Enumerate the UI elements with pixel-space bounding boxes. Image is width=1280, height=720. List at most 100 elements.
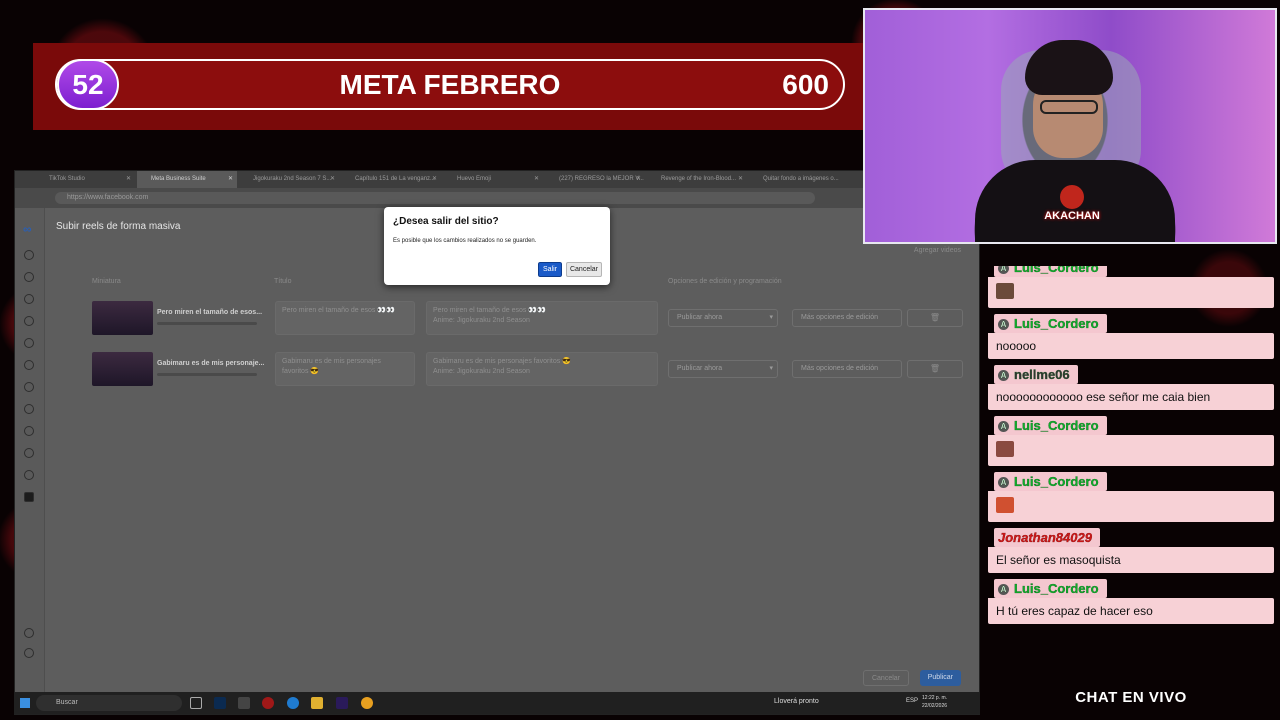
tab-label: Capítulo 151 de La venganz...	[355, 176, 436, 182]
obs-icon[interactable]	[262, 697, 274, 709]
add-videos-button[interactable]: Agregar videos	[914, 247, 961, 254]
search-icon[interactable]	[24, 628, 34, 638]
webcam-feed: AKACHAN	[863, 8, 1277, 244]
delete-icon[interactable]: 🗑	[907, 309, 963, 327]
dialog-message: Es posible que los cambios realizados no…	[393, 238, 537, 244]
inbox-icon[interactable]	[24, 360, 34, 370]
close-icon[interactable]: ✕	[432, 171, 437, 188]
publish-select-value: Publicar ahora	[677, 365, 723, 372]
megaphone-icon[interactable]	[24, 470, 34, 480]
browser-tab[interactable]: Quitar fondo a imágenes o...	[749, 171, 849, 188]
description-input[interactable]: Pero miren el tamaño de esos 👀👀 Anime: Ji…	[426, 301, 658, 335]
notifications-icon[interactable]	[24, 294, 34, 304]
close-icon[interactable]: ✕	[228, 171, 233, 188]
dialog-cancel-button[interactable]: Cancelar	[566, 262, 602, 277]
chat-title: CHAT EN VIVO	[1075, 689, 1187, 706]
publish-button[interactable]: Publicar	[919, 670, 961, 686]
description-input[interactable]: Gabimaru es de mis personajes favoritos …	[426, 352, 658, 386]
browser-tab[interactable]: Jigokuraku 2nd Season 7 S... ✕	[239, 171, 339, 188]
publish-select[interactable]: Publicar ahora ▾	[668, 360, 778, 378]
goal-bar: 52 META FEBRERO 600	[33, 43, 863, 130]
table-row: Pero miren el tamaño de esos... Pero mir…	[65, 301, 965, 345]
posts-icon[interactable]	[24, 338, 34, 348]
insights-icon[interactable]	[24, 404, 34, 414]
chat-message: A Luis_Cordero	[988, 416, 1274, 466]
gear-icon[interactable]	[24, 648, 34, 658]
address-bar[interactable]: https://www.facebook.com	[55, 192, 815, 204]
close-icon[interactable]: ✕	[126, 171, 131, 188]
edge-icon[interactable]	[287, 697, 299, 709]
description-line: Pero miren el tamaño de esos 👀👀	[433, 307, 546, 314]
weather-status[interactable]: Lloverá pronto	[774, 698, 819, 705]
monetization-icon[interactable]	[24, 448, 34, 458]
close-icon[interactable]: ✕	[330, 171, 335, 188]
video-thumbnail	[92, 301, 153, 335]
chat-message-body: El señor es masoquista	[988, 547, 1274, 573]
chat-message: Jonathan84029 El señor es masoquista	[988, 528, 1274, 573]
taskbar-search[interactable]: Buscar	[36, 695, 182, 711]
publish-select[interactable]: Publicar ahora ▾	[668, 309, 778, 327]
goal-target-count: 600	[782, 69, 829, 100]
column-header-title: Título	[274, 278, 292, 285]
browser-tab[interactable]: Capítulo 151 de La venganz... ✕	[341, 171, 441, 188]
title-input[interactable]: Gabimaru es de mis personajes favoritos …	[275, 352, 415, 386]
more-edit-options-button[interactable]: Más opciones de edición	[792, 309, 902, 327]
planner-icon[interactable]	[24, 316, 34, 326]
emote-icon	[996, 497, 1014, 513]
chat-username-text: Luis_Cordero	[1014, 316, 1099, 331]
chat-message: A Luis_Cordero	[988, 472, 1274, 522]
chat-message-body	[988, 435, 1274, 466]
close-icon[interactable]: ✕	[534, 171, 539, 188]
cancel-button[interactable]: Cancelar	[862, 670, 909, 686]
close-icon[interactable]: ✕	[738, 171, 743, 188]
chat-username-text: Luis_Cordero	[1014, 581, 1099, 596]
app-icon[interactable]	[238, 697, 250, 709]
title-input[interactable]: Pero miren el tamaño de esos 👀👀	[275, 301, 415, 335]
home-icon[interactable]	[24, 272, 34, 282]
search-placeholder: Buscar	[56, 699, 78, 706]
chat-username: A Luis_Cordero	[994, 416, 1107, 435]
menu-icon[interactable]	[24, 492, 34, 502]
left-nav: ∞	[15, 208, 45, 700]
description-line: Gabimaru es de mis personajes favoritos …	[433, 358, 571, 365]
chat-username: Jonathan84029	[994, 528, 1100, 547]
language-indicator[interactable]: ESP	[906, 698, 918, 704]
task-view-icon[interactable]	[190, 697, 202, 709]
more-edit-options-button[interactable]: Más opciones de edición	[792, 360, 902, 378]
browser-tab[interactable]: (227) REGRESO la MEJOR V... ✕	[545, 171, 645, 188]
user-badge-icon: A	[998, 477, 1009, 489]
photoshop-icon[interactable]	[214, 697, 226, 709]
emote-icon	[996, 283, 1014, 299]
live-chat: A Luis_Cordero A Luis_Cordero nooooo Anell…	[988, 266, 1274, 686]
close-icon[interactable]: ✕	[636, 171, 641, 188]
emote-icon	[996, 441, 1014, 457]
ads-icon[interactable]	[24, 426, 34, 436]
chat-username: Anellme06	[994, 365, 1078, 384]
clock-time: 12:22 p. m.	[922, 695, 948, 701]
browser-tab[interactable]: Huevo Emoji ✕	[443, 171, 543, 188]
chat-message: A Luis_Cordero H tú eres capaz de hacer e…	[988, 579, 1274, 624]
browser-toolbar: https://www.facebook.com	[15, 188, 979, 208]
avatar[interactable]	[24, 250, 34, 260]
premiere-icon[interactable]	[336, 697, 348, 709]
browser-tab[interactable]: Meta Business Suite ✕	[137, 171, 237, 188]
leave-button[interactable]: Salir	[537, 261, 563, 278]
chat-username-text: Luis_Cordero	[1014, 266, 1099, 275]
tab-label: TikTok Studio	[49, 176, 85, 182]
tab-label: Huevo Emoji	[457, 176, 492, 182]
user-badge-icon: A	[998, 319, 1009, 331]
windows-start-icon[interactable]	[20, 698, 30, 708]
chevron-down-icon: ▾	[769, 365, 773, 372]
meta-logo-icon[interactable]: ∞	[23, 222, 32, 236]
delete-icon[interactable]: 🗑	[907, 360, 963, 378]
description-line: Anime: Jigokuraku 2nd Season	[433, 368, 530, 375]
content-icon[interactable]	[24, 382, 34, 392]
video-name: Gabimaru es de mis personaje...	[157, 360, 265, 367]
streamer-hair	[1025, 40, 1113, 95]
browser-tab[interactable]: Revenge of the Iron-Blood... ✕	[647, 171, 747, 188]
browser-tab[interactable]: TikTok Studio ✕	[35, 171, 135, 188]
clock[interactable]: 12:22 p. m. 22/02/2026	[922, 694, 947, 710]
publish-select-value: Publicar ahora	[677, 314, 723, 321]
chrome-icon[interactable]	[361, 697, 373, 709]
folder-icon[interactable]	[311, 697, 323, 709]
